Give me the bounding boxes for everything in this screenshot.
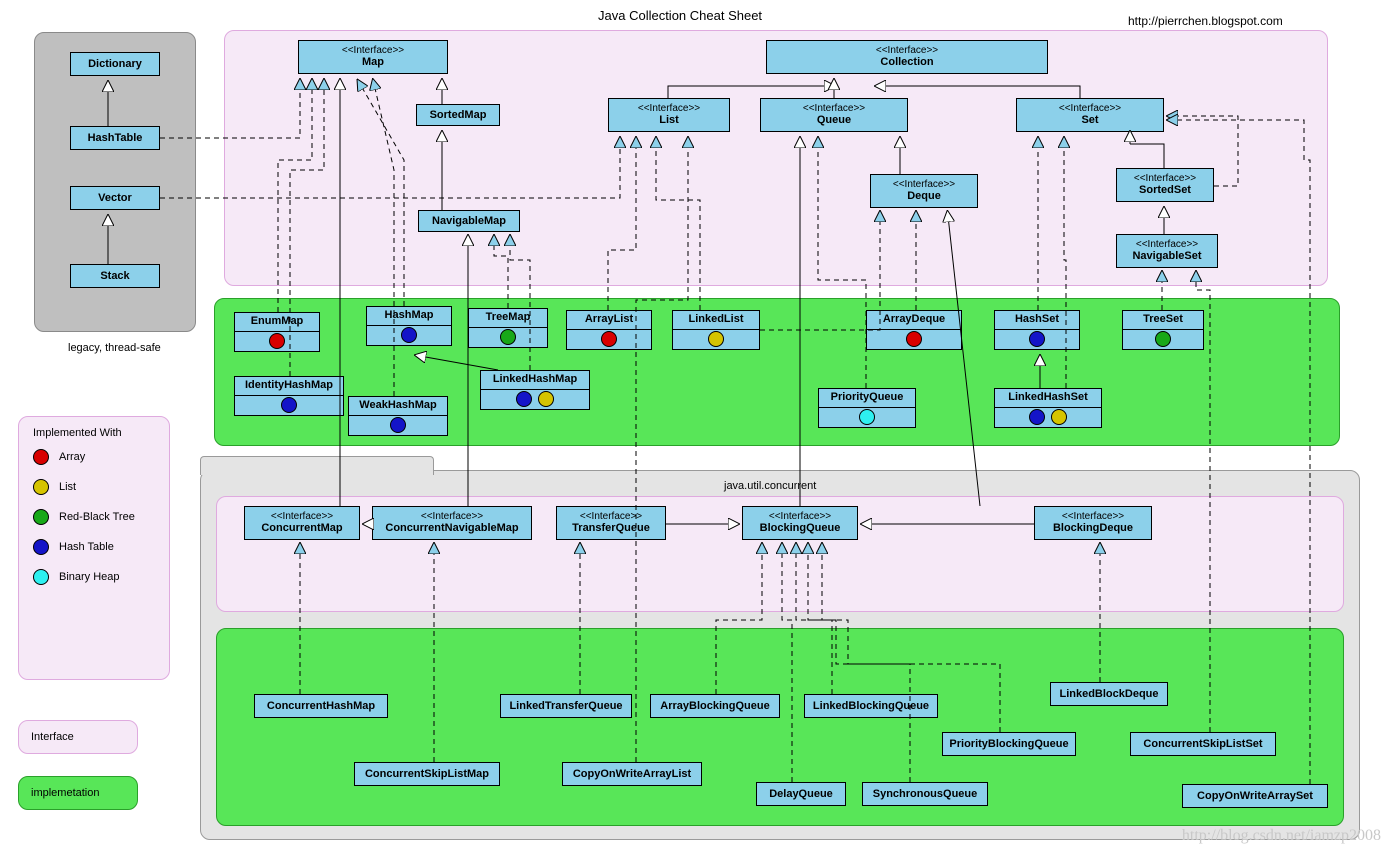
concurrent-tab	[200, 456, 434, 475]
interface-queue: <<Interface>>Queue	[760, 98, 908, 132]
class-priorityqueue: PriorityQueue	[818, 388, 916, 428]
interface-deque: <<Interface>>Deque	[870, 174, 978, 208]
class-arrayblockingqueue: ArrayBlockingQueue	[650, 694, 780, 718]
class-concurrentskiplistset: ConcurrentSkipListSet	[1130, 732, 1276, 756]
class-linkedtransferqueue: LinkedTransferQueue	[500, 694, 632, 718]
interface-navigableset: <<Interface>>NavigableSet	[1116, 234, 1218, 268]
legend-row-list: List	[33, 479, 155, 495]
interface-sortedset: <<Interface>>SortedSet	[1116, 168, 1214, 202]
class-linkedhashset: LinkedHashSet	[994, 388, 1102, 428]
class-arraylist: ArrayList	[566, 310, 652, 350]
interface-sortedmap: SortedMap	[416, 104, 500, 126]
class-copyonwritearrayset: CopyOnWriteArraySet	[1182, 784, 1328, 808]
legend-interface-box: Interface	[18, 720, 138, 754]
legend-row-hashtable: Hash Table	[33, 539, 155, 555]
concurrent-package-label: java.util.concurrent	[724, 480, 816, 492]
interface-set: <<Interface>>Set	[1016, 98, 1164, 132]
class-concurrenthashmap: ConcurrentHashMap	[254, 694, 388, 718]
class-vector: Vector	[70, 186, 160, 210]
legend-heading: Implemented With	[33, 427, 155, 439]
class-copyonwritearraylist: CopyOnWriteArrayList	[562, 762, 702, 786]
legend-row-rbtree: Red-Black Tree	[33, 509, 155, 525]
class-linkedblockdeque: LinkedBlockDeque	[1050, 682, 1168, 706]
class-dictionary: Dictionary	[70, 52, 160, 76]
interface-map: <<Interface>>Map	[298, 40, 448, 74]
class-linkedhashmap: LinkedHashMap	[480, 370, 590, 410]
watermark: http://blog.csdn.net/iamzp2008	[1182, 827, 1381, 845]
class-treeset: TreeSet	[1122, 310, 1204, 350]
legend-row-array: Array	[33, 449, 155, 465]
legend-panel: Implemented With Array List Red-Black Tr…	[18, 416, 170, 680]
class-concurrentskiplistmap: ConcurrentSkipListMap	[354, 762, 500, 786]
legend-row-binaryheap: Binary Heap	[33, 569, 155, 585]
legend-implementation-box: implemetation	[18, 776, 138, 810]
interface-blockingqueue: <<Interface>>BlockingQueue	[742, 506, 858, 540]
source-url: http://pierrchen.blogspot.com	[1128, 14, 1283, 28]
interface-transferqueue: <<Interface>>TransferQueue	[556, 506, 666, 540]
interface-list: <<Interface>>List	[608, 98, 730, 132]
interface-navigablemap: NavigableMap	[418, 210, 520, 232]
class-treemap: TreeMap	[468, 308, 548, 348]
interface-blockingdeque: <<Interface>>BlockingDeque	[1034, 506, 1152, 540]
class-hashtable: HashTable	[70, 126, 160, 150]
interface-concurrentnavigablemap: <<Interface>>ConcurrentNavigableMap	[372, 506, 532, 540]
class-synchronousqueue: SynchronousQueue	[862, 782, 988, 806]
interface-concurrentmap: <<Interface>>ConcurrentMap	[244, 506, 360, 540]
class-delayqueue: DelayQueue	[756, 782, 846, 806]
diagram-title: Java Collection Cheat Sheet	[598, 8, 762, 23]
class-identityhashmap: IdentityHashMap	[234, 376, 344, 416]
legacy-caption: legacy, thread-safe	[68, 342, 161, 354]
class-hashset: HashSet	[994, 310, 1080, 350]
class-arraydeque: ArrayDeque	[866, 310, 962, 350]
class-hashmap: HashMap	[366, 306, 452, 346]
class-enummap: EnumMap	[234, 312, 320, 352]
class-linkedblockingqueue: LinkedBlockingQueue	[804, 694, 938, 718]
class-weakhashmap: WeakHashMap	[348, 396, 448, 436]
class-priorityblockingqueue: PriorityBlockingQueue	[942, 732, 1076, 756]
class-linkedlist: LinkedList	[672, 310, 760, 350]
interface-collection: <<Interface>>Collection	[766, 40, 1048, 74]
class-stack: Stack	[70, 264, 160, 288]
